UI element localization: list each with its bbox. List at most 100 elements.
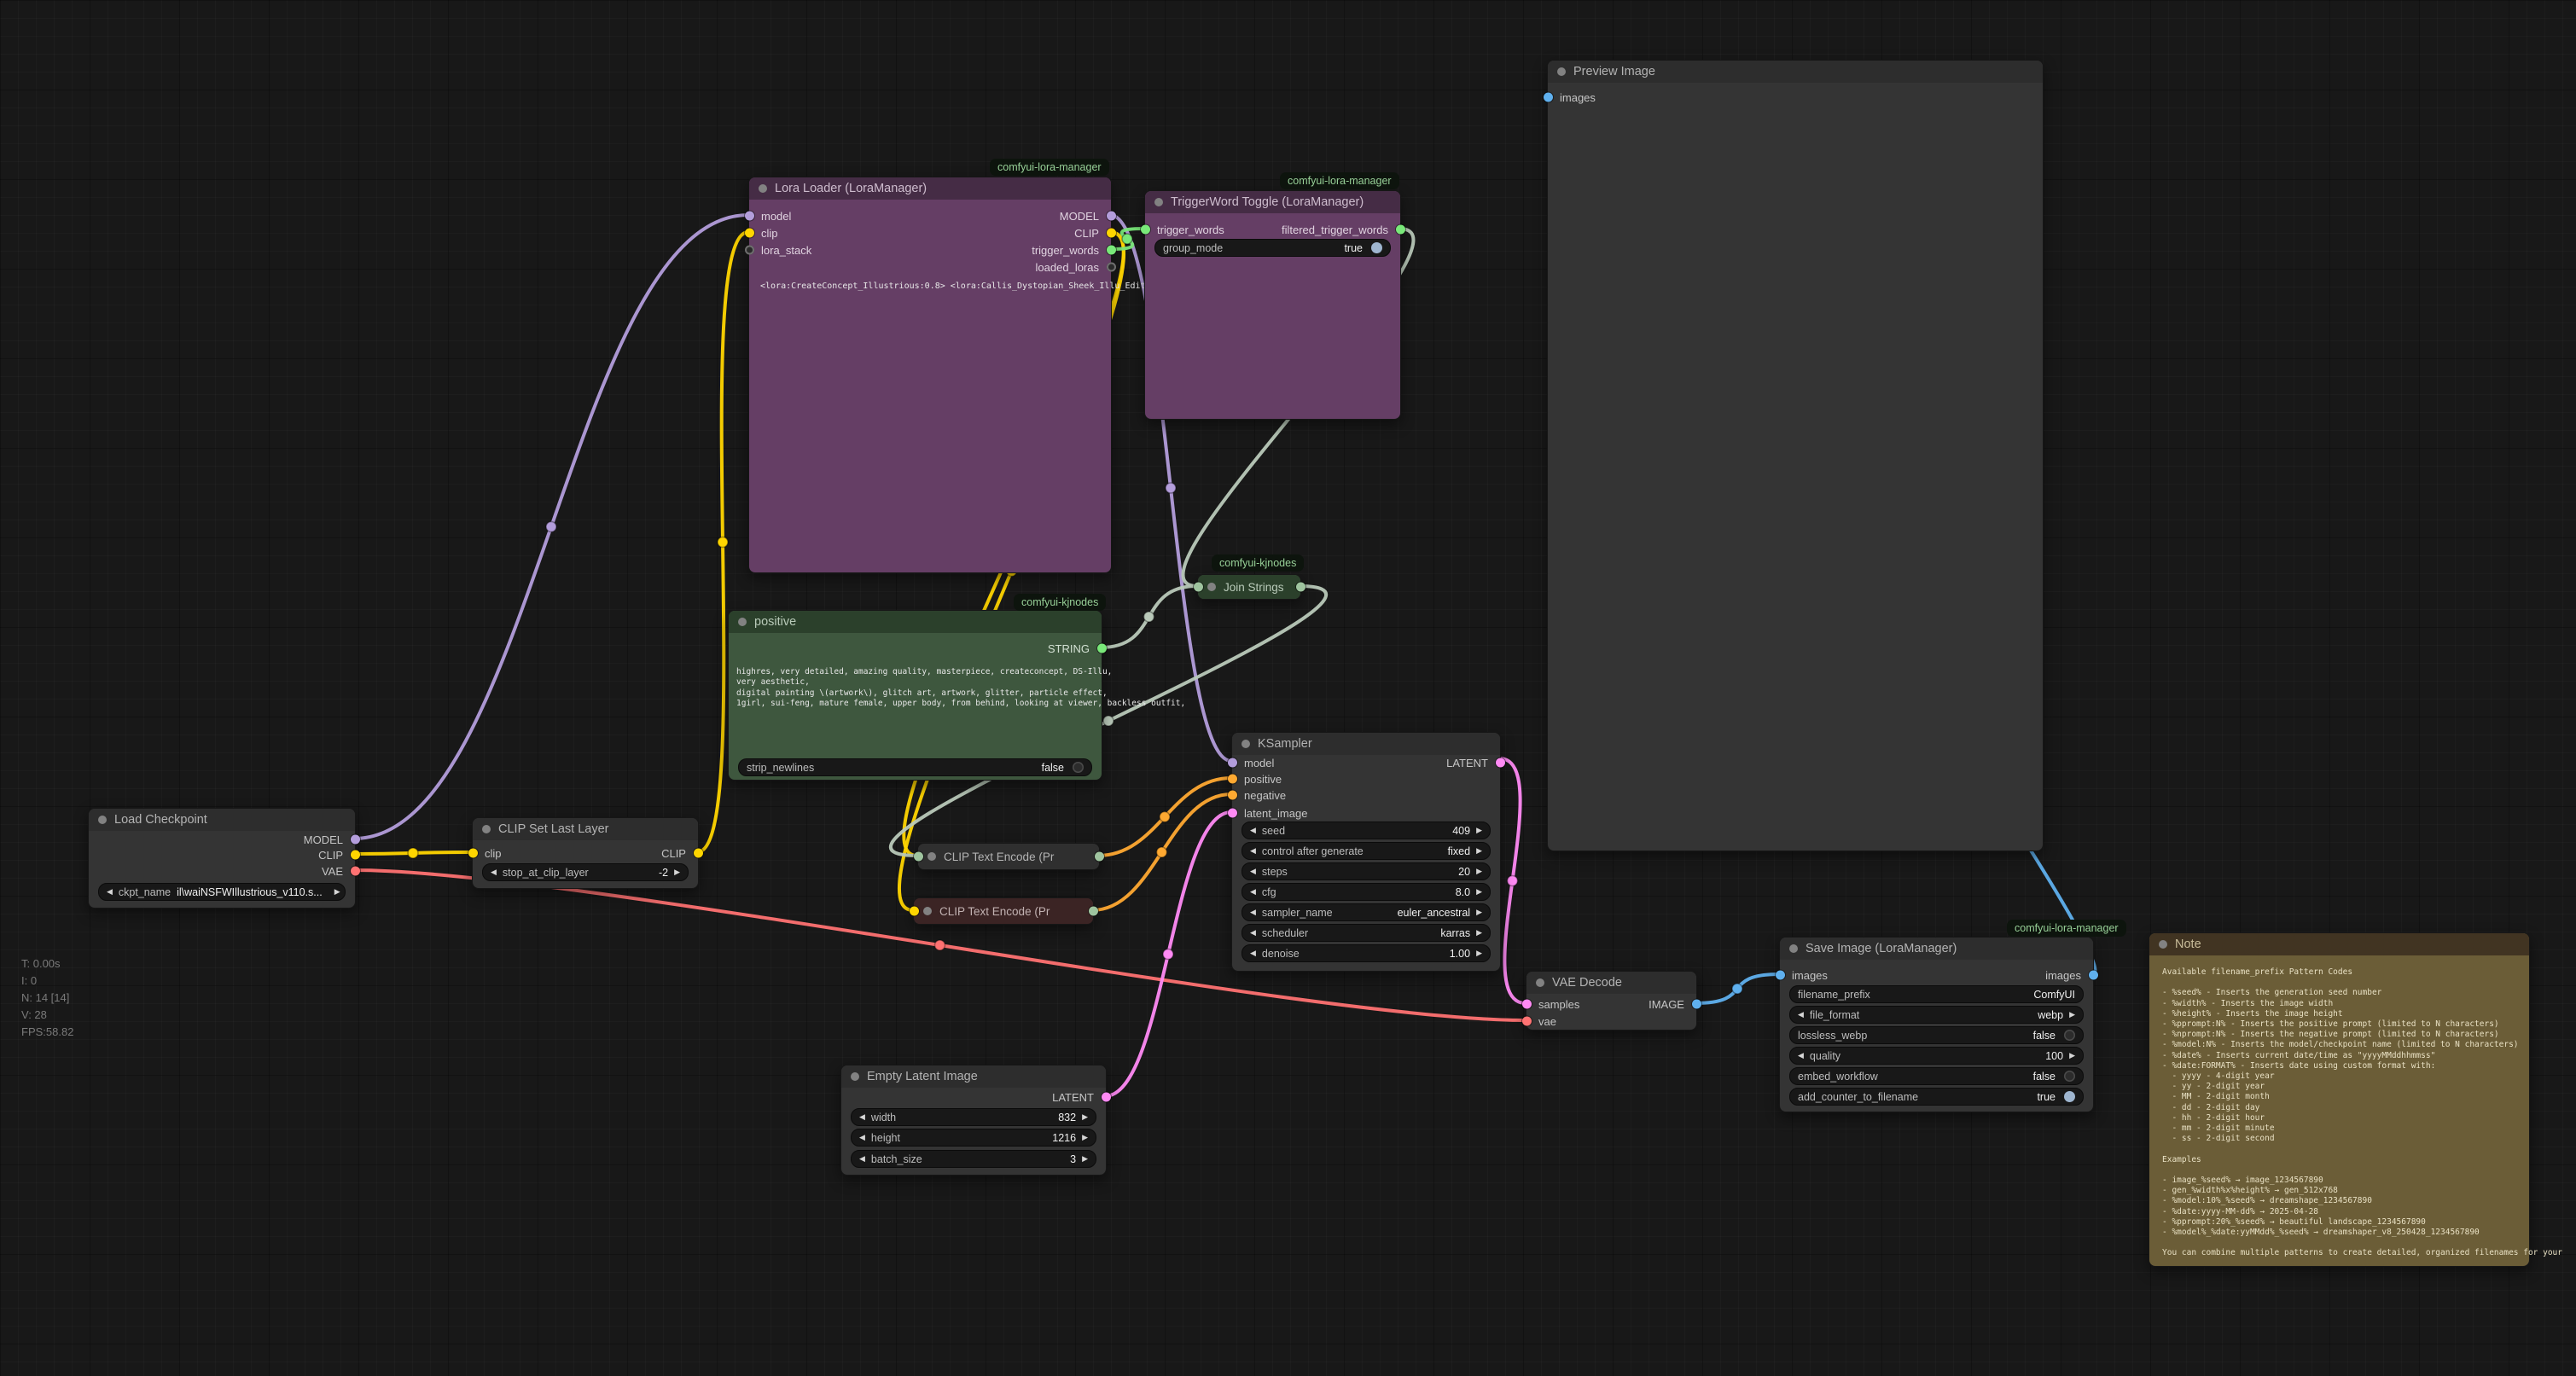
next-arrow-icon[interactable]: ▶ <box>674 868 680 877</box>
port-negative-in[interactable] <box>1228 791 1237 800</box>
collapse-dot[interactable] <box>2159 940 2167 949</box>
collapse-dot[interactable] <box>1536 978 1544 987</box>
note-text[interactable]: Available filename_prefix Pattern Codes … <box>2162 967 2562 1259</box>
widget-seed[interactable]: ◀seed409▶ <box>1241 822 1491 839</box>
port-clip-out[interactable] <box>1107 229 1116 238</box>
wire-midpoint-dot[interactable] <box>1103 716 1114 726</box>
port-model-out[interactable] <box>1107 212 1116 221</box>
toggle-off-icon[interactable] <box>2064 1030 2075 1041</box>
port-clip-out[interactable] <box>351 851 360 860</box>
wire-midpoint-dot[interactable] <box>935 940 945 950</box>
port-collapsed-in[interactable] <box>914 852 923 862</box>
prev-arrow-icon[interactable]: ◀ <box>859 1112 865 1122</box>
port-trigger-words-out[interactable] <box>1107 246 1116 255</box>
next-arrow-icon[interactable]: ▶ <box>1476 949 1482 958</box>
port-filtered-trigger-words-out[interactable] <box>1396 225 1405 235</box>
widget-height[interactable]: ◀height1216▶ <box>851 1129 1096 1147</box>
node-positive-prompt[interactable]: positive STRING highres, very detailed, … <box>728 610 1102 781</box>
prev-arrow-icon[interactable]: ◀ <box>1798 1051 1804 1060</box>
prev-arrow-icon[interactable]: ◀ <box>1250 928 1256 938</box>
widget-stop-at-clip-layer[interactable]: ◀ stop_at_clip_layer -2 ▶ <box>482 863 689 881</box>
next-arrow-icon[interactable]: ▶ <box>1082 1133 1088 1142</box>
node-ksampler[interactable]: KSampler model LATENT positive negative … <box>1231 732 1501 972</box>
next-arrow-icon[interactable]: ▶ <box>2069 1051 2075 1060</box>
wire-midpoint-dot[interactable] <box>718 537 728 548</box>
port-lora-stack-in[interactable] <box>745 246 754 255</box>
node-empty-latent-image[interactable]: Empty Latent Image LATENT ◀width832▶ ◀he… <box>840 1065 1107 1176</box>
node-vae-decode[interactable]: VAE Decode samples IMAGE vae <box>1526 971 1697 1031</box>
prev-arrow-icon[interactable]: ◀ <box>859 1154 865 1164</box>
wire-midpoint-dot[interactable] <box>1732 984 1742 994</box>
widget-quality[interactable]: ◀quality100▶ <box>1789 1047 2084 1065</box>
port-trigger-words-in[interactable] <box>1141 225 1150 235</box>
port-string-out[interactable] <box>1097 644 1107 653</box>
node-lora-loader[interactable]: Lora Loader (LoraManager) model MODEL cl… <box>748 177 1112 573</box>
widget-width[interactable]: ◀width832▶ <box>851 1108 1096 1126</box>
port-samples-in[interactable] <box>1522 1000 1532 1009</box>
node-save-image[interactable]: Save Image (LoraManager) images images f… <box>1779 937 2094 1112</box>
node-note[interactable]: Note Available filename_prefix Pattern C… <box>2149 932 2530 1267</box>
widget-ckpt-name[interactable]: ◀ ckpt_name il\waiNSFWIllustrious_v110.s… <box>98 883 346 901</box>
collapse-dot[interactable] <box>927 852 936 861</box>
node-triggerword-toggle[interactable]: TriggerWord Toggle (LoraManager) trigger… <box>1144 190 1401 420</box>
port-images-in[interactable] <box>1544 93 1553 102</box>
prev-arrow-icon[interactable]: ◀ <box>491 868 497 877</box>
prev-arrow-icon[interactable]: ◀ <box>1250 846 1256 856</box>
port-loaded-loras-out[interactable] <box>1107 263 1116 272</box>
port-images-in[interactable] <box>1776 971 1785 980</box>
next-arrow-icon[interactable]: ▶ <box>1082 1112 1088 1122</box>
prev-arrow-icon[interactable]: ◀ <box>1250 826 1256 835</box>
widget-group-mode[interactable]: group_mode true <box>1154 239 1391 257</box>
collapse-dot[interactable] <box>851 1072 859 1081</box>
port-model-out[interactable] <box>351 835 360 845</box>
prev-arrow-icon[interactable]: ◀ <box>859 1133 865 1142</box>
next-arrow-icon[interactable]: ▶ <box>1476 867 1482 876</box>
port-vae-out[interactable] <box>351 867 360 876</box>
next-arrow-icon[interactable]: ▶ <box>1476 826 1482 835</box>
lora-syntax-text[interactable]: <lora:CreateConcept_Illustrious:0.8> <lo… <box>760 282 1187 292</box>
next-arrow-icon[interactable]: ▶ <box>1476 928 1482 938</box>
port-clip-in[interactable] <box>468 849 478 858</box>
widget-add-counter-to-filename[interactable]: add_counter_to_filenametrue <box>1789 1088 2084 1106</box>
next-arrow-icon[interactable]: ▶ <box>1082 1154 1088 1164</box>
port-latent-out[interactable] <box>1102 1093 1111 1102</box>
prev-arrow-icon[interactable]: ◀ <box>1250 867 1256 876</box>
port-string-out[interactable] <box>1296 583 1305 592</box>
collapse-dot[interactable] <box>482 825 491 833</box>
collapse-dot[interactable] <box>1154 198 1163 206</box>
collapse-dot[interactable] <box>1557 67 1566 76</box>
wire-midpoint-dot[interactable] <box>408 848 418 858</box>
widget-scheduler[interactable]: ◀schedulerkarras▶ <box>1241 924 1491 942</box>
node-clip-set-last-layer[interactable]: CLIP Set Last Layer clip CLIP ◀ stop_at_… <box>472 817 699 889</box>
port-conditioning-out[interactable] <box>1095 852 1104 862</box>
widget-batch-size[interactable]: ◀batch_size3▶ <box>851 1150 1096 1168</box>
widget-denoise[interactable]: ◀denoise1.00▶ <box>1241 944 1491 962</box>
wire-midpoint-dot[interactable] <box>1144 612 1154 622</box>
node-load-checkpoint[interactable]: Load Checkpoint MODEL CLIP VAE ◀ ckpt_na… <box>88 808 356 909</box>
prev-arrow-icon[interactable]: ◀ <box>1798 1010 1804 1019</box>
wire-midpoint-dot[interactable] <box>1160 812 1170 822</box>
port-positive-in[interactable] <box>1228 775 1237 784</box>
collapse-dot[interactable] <box>738 618 747 626</box>
toggle-off-icon[interactable] <box>2064 1071 2075 1082</box>
port-latent-image-in[interactable] <box>1228 809 1237 818</box>
next-arrow-icon[interactable]: ▶ <box>1476 846 1482 856</box>
toggle-on-icon[interactable] <box>1371 242 1382 253</box>
port-strings-in[interactable] <box>1194 583 1203 592</box>
toggle-off-icon[interactable] <box>1073 762 1084 773</box>
port-model-in[interactable] <box>745 212 754 221</box>
collapse-dot[interactable] <box>1207 583 1216 591</box>
port-model-in[interactable] <box>1228 758 1237 768</box>
port-collapsed-in[interactable] <box>910 907 919 916</box>
widget-filename-prefix[interactable]: filename_prefixComfyUI <box>1789 985 2084 1003</box>
toggle-on-icon[interactable] <box>2064 1091 2075 1102</box>
next-arrow-icon[interactable]: ▶ <box>334 887 340 897</box>
comfyui-canvas[interactable]: T: 0.00s I: 0 N: 14 [14] V: 28 FPS:58.82… <box>0 0 2576 1376</box>
port-image-out[interactable] <box>1692 1000 1701 1009</box>
port-latent-out[interactable] <box>1496 758 1505 768</box>
node-clip-text-encode-positive[interactable]: CLIP Text Encode (Pr <box>917 843 1100 870</box>
wire-midpoint-dot[interactable] <box>1163 949 1173 960</box>
widget-control-after-generate[interactable]: ◀control after generatefixed▶ <box>1241 842 1491 860</box>
collapse-dot[interactable] <box>923 907 932 915</box>
collapse-dot[interactable] <box>1789 944 1798 953</box>
